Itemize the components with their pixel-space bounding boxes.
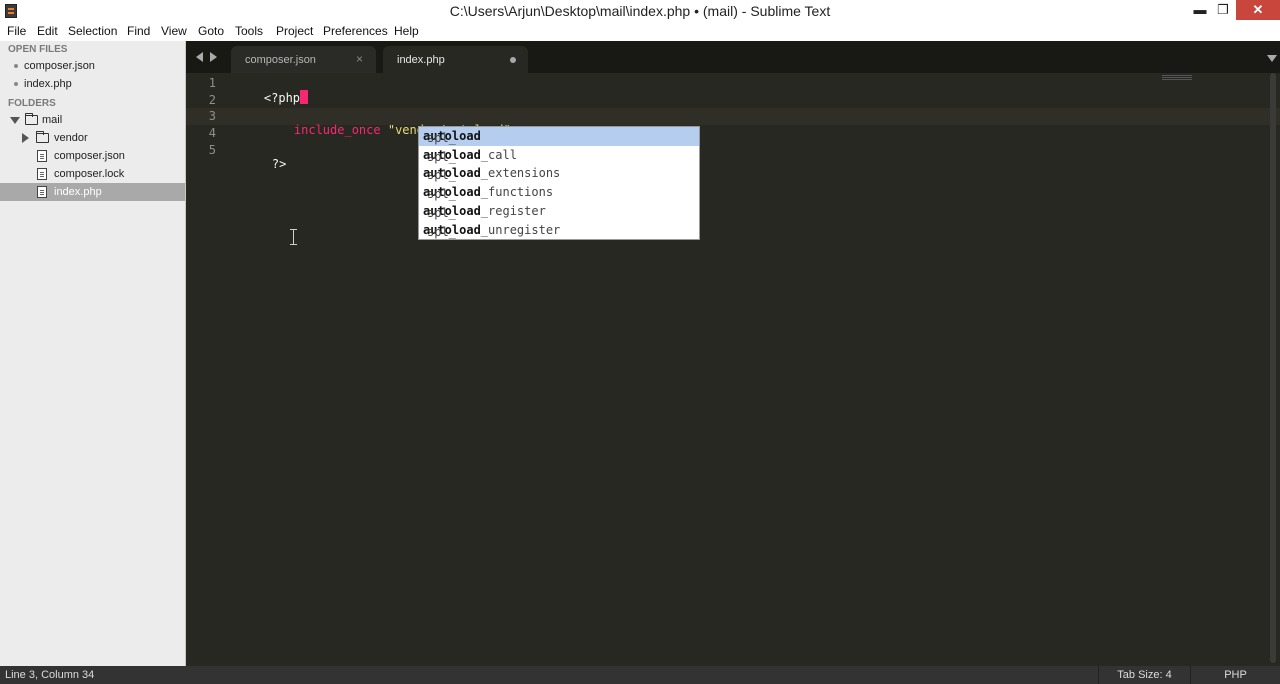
file-dot-icon xyxy=(14,82,18,86)
unsaved-dot-icon[interactable] xyxy=(510,57,516,63)
php-close-tag: ?> xyxy=(271,157,287,171)
expand-down-icon[interactable] xyxy=(10,117,20,124)
autocomplete-item[interactable]: spl_ autoload_unregister xyxy=(419,221,699,240)
autocomplete-item[interactable]: spl_ autoload_call xyxy=(419,146,699,165)
line-number: 4 xyxy=(208,126,216,140)
menu-find[interactable]: Find xyxy=(127,24,150,38)
tab-scroll-right-icon[interactable] xyxy=(210,52,217,62)
open-file-index-php[interactable]: index.php xyxy=(0,75,185,93)
syntax-button[interactable]: PHP xyxy=(1190,666,1280,684)
folders-header: FOLDERS xyxy=(8,98,56,109)
file-dot-icon xyxy=(14,64,18,68)
menu-help[interactable]: Help xyxy=(394,24,419,38)
cursor-position: Line 3, Column 34 xyxy=(5,669,95,681)
vertical-scrollbar[interactable] xyxy=(1268,73,1278,666)
status-bar: Line 3, Column 34 Tab Size: 4 PHP xyxy=(0,666,1280,684)
tab-bar: composer.json × index.php xyxy=(186,41,1280,73)
ac-prefix: spl_ xyxy=(427,205,456,220)
text-cursor-icon xyxy=(290,229,298,245)
tab-size-button[interactable]: Tab Size: 4 xyxy=(1098,666,1190,684)
ac-suffix: _unregister xyxy=(480,222,561,237)
ac-suffix: _extensions xyxy=(480,166,561,181)
open-file-label: index.php xyxy=(24,78,72,90)
folder-vendor[interactable]: vendor xyxy=(0,129,185,147)
title-bar: C:\Users\Arjun\Desktop\mail\index.php • … xyxy=(0,0,1280,22)
keyword-token: include_once xyxy=(293,123,381,137)
ac-prefix: spl_ xyxy=(427,131,456,145)
sidebar: OPEN FILES composer.json index.php FOLDE… xyxy=(0,41,186,666)
file-icon xyxy=(37,168,47,180)
autocomplete-popup: spl_ autoload spl_ autoload_call spl_ autol… xyxy=(418,126,700,240)
code-editor[interactable]: 1 2 3 4 5 <?php include_once "vendor/aut… xyxy=(186,73,1280,666)
php-open-tag: <?php xyxy=(263,91,301,105)
line-number: 1 xyxy=(208,76,216,90)
ac-prefix: spl_ xyxy=(427,224,456,239)
folder-label: vendor xyxy=(54,132,88,144)
menu-selection[interactable]: Selection xyxy=(68,24,117,38)
file-icon xyxy=(37,150,47,162)
folder-label: mail xyxy=(42,114,63,126)
file-composer-lock[interactable]: composer.lock xyxy=(0,165,185,183)
ac-prefix: spl_ xyxy=(427,149,456,164)
tab-label: composer.json xyxy=(245,54,316,66)
file-label: index.php xyxy=(54,186,102,198)
open-files-header: OPEN FILES xyxy=(8,44,68,55)
open-file-label: composer.json xyxy=(24,60,95,72)
tab-composer-json[interactable]: composer.json × xyxy=(231,46,376,73)
autocomplete-item[interactable]: spl_ autoload_register xyxy=(419,202,699,221)
tab-close-icon[interactable]: × xyxy=(356,52,363,66)
menu-bar: File Edit Selection Find View Goto Tools… xyxy=(0,22,1280,41)
autocomplete-item[interactable]: spl_ autoload_functions xyxy=(419,183,699,202)
file-label: composer.json xyxy=(54,150,125,162)
tab-index-php[interactable]: index.php xyxy=(383,46,528,73)
autocomplete-item[interactable]: spl_ autoload xyxy=(419,127,699,146)
menu-preferences[interactable]: Preferences xyxy=(323,24,388,38)
open-file-composer-json[interactable]: composer.json xyxy=(0,57,185,75)
tab-scroll-left-icon[interactable] xyxy=(196,52,203,62)
maximize-button[interactable]: ❐ xyxy=(1208,0,1238,20)
folder-mail[interactable]: mail xyxy=(0,111,185,129)
menu-edit[interactable]: Edit xyxy=(37,24,58,38)
file-index-php[interactable]: index.php xyxy=(0,183,185,201)
ac-suffix: _register xyxy=(480,203,546,218)
menu-goto[interactable]: Goto xyxy=(198,24,224,38)
window-title: C:\Users\Arjun\Desktop\mail\index.php • … xyxy=(449,3,831,19)
ac-prefix: spl_ xyxy=(427,187,456,202)
bracket-match-marker xyxy=(300,90,309,104)
tab-list-dropdown-icon[interactable] xyxy=(1267,55,1277,62)
autocomplete-item[interactable]: spl_ autoload_extensions xyxy=(419,164,699,183)
file-icon xyxy=(37,186,47,198)
folder-icon xyxy=(36,131,49,143)
expand-right-icon[interactable] xyxy=(22,133,29,143)
file-composer-json[interactable]: composer.json xyxy=(0,147,185,165)
code-line-5: ?> xyxy=(243,143,286,185)
minimap[interactable] xyxy=(1162,75,1192,81)
folder-open-icon xyxy=(25,113,38,125)
line-number: 5 xyxy=(208,143,216,157)
line-number: 2 xyxy=(208,93,216,107)
file-label: composer.lock xyxy=(54,168,125,180)
close-window-button[interactable]: ✕ xyxy=(1236,0,1280,20)
ac-suffix: _call xyxy=(480,147,517,162)
menu-tools[interactable]: Tools xyxy=(235,24,263,38)
line-number: 3 xyxy=(208,109,216,123)
ac-suffix: _functions xyxy=(480,185,554,200)
ac-prefix: spl_ xyxy=(427,168,456,183)
tab-label: index.php xyxy=(397,54,445,66)
menu-project[interactable]: Project xyxy=(276,24,313,38)
menu-file[interactable]: File xyxy=(7,24,26,38)
menu-view[interactable]: View xyxy=(161,24,187,38)
